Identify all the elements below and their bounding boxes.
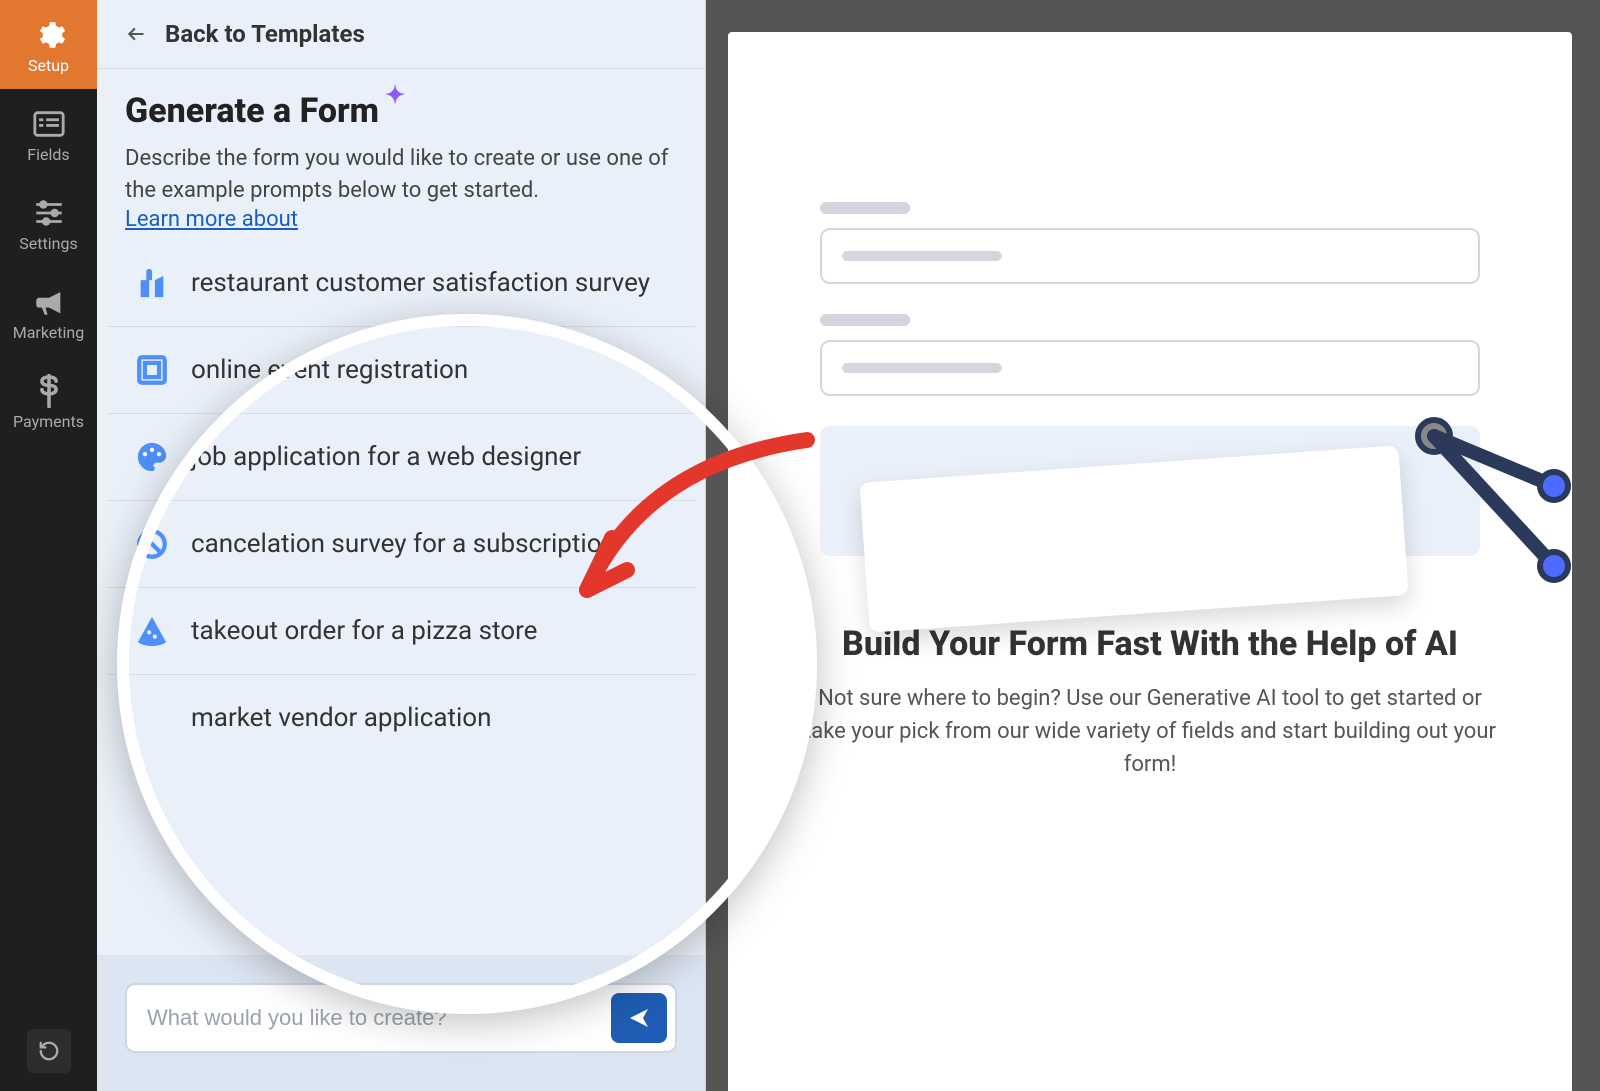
rail-item-fields[interactable]: Fields <box>0 89 97 178</box>
prompt-text: cancelation survey for a subscription <box>191 529 616 559</box>
revisions-button[interactable] <box>27 1029 71 1073</box>
prompt-input-wrap <box>125 983 677 1053</box>
prompt-text: online event registration <box>191 355 468 385</box>
rail-bottom <box>0 1011 97 1091</box>
prompt-input[interactable] <box>147 1005 611 1031</box>
rail-item-settings[interactable]: Settings <box>0 178 97 267</box>
rail-item-marketing[interactable]: Marketing <box>0 267 97 356</box>
pizza-icon <box>135 614 169 648</box>
bullhorn-icon <box>32 285 66 315</box>
learn-more-link[interactable]: Learn more about <box>125 207 298 232</box>
placeholder-label <box>820 314 910 326</box>
placeholder-block <box>820 426 1480 556</box>
blank-icon <box>135 701 169 735</box>
prompt-row[interactable]: market vendor application <box>107 674 695 761</box>
list-icon <box>32 107 66 137</box>
rail-item-label: Marketing <box>13 323 84 342</box>
prompt-text: job application for a web designer <box>191 442 581 472</box>
ticket-icon <box>135 353 169 387</box>
preview-surface: Build Your Form Fast With the Help of AI… <box>728 32 1572 1091</box>
prompt-row[interactable]: online event registration <box>107 326 695 413</box>
dollar-icon <box>32 374 66 404</box>
placeholder-label <box>820 202 910 214</box>
generator-panel: Back to Templates Generate a Form ✦ Desc… <box>97 0 706 1091</box>
arrow-left-icon <box>125 24 147 44</box>
prompt-text: market vendor application <box>191 703 492 733</box>
sliders-icon <box>32 196 66 226</box>
panel-description: Describe the form you would like to crea… <box>125 143 677 207</box>
empty-state-subheading: Not sure where to begin? Use our Generat… <box>798 682 1502 781</box>
panel-title: Generate a Form ✦ <box>125 91 677 131</box>
prompt-send-button[interactable] <box>611 993 667 1043</box>
robot-arm-icon <box>1404 416 1572 606</box>
rail-item-payments[interactable]: Payments <box>0 356 97 445</box>
example-prompts: restaurant customer satisfaction survey … <box>97 240 705 955</box>
gear-icon <box>32 18 66 48</box>
panel-header: Generate a Form ✦ Describe the form you … <box>97 69 705 240</box>
panel-title-text: Generate a Form <box>125 91 379 131</box>
palette-icon <box>135 440 169 474</box>
sparkle-icon: ✦ <box>385 81 405 109</box>
rail-item-label: Fields <box>27 145 69 164</box>
preview-graphic <box>820 202 1480 562</box>
send-icon <box>627 1006 651 1030</box>
rail-item-label: Settings <box>19 234 77 253</box>
cancel-icon <box>135 527 169 561</box>
rail-spacer <box>0 445 97 1011</box>
left-tool-rail: Setup Fields Settings Marketing Payments <box>0 0 97 1091</box>
placeholder-field <box>820 340 1480 396</box>
prompt-footer <box>97 955 705 1091</box>
prompt-text: takeout order for a pizza store <box>191 616 537 646</box>
preview-canvas: Build Your Form Fast With the Help of AI… <box>706 0 1600 1091</box>
prompt-row[interactable]: restaurant customer satisfaction survey <box>107 240 695 326</box>
food-icon <box>135 266 169 300</box>
prompt-row[interactable]: takeout order for a pizza store <box>107 587 695 674</box>
back-to-templates[interactable]: Back to Templates <box>97 0 705 69</box>
rail-item-label: Setup <box>28 56 69 75</box>
placeholder-field <box>820 228 1480 284</box>
rail-item-label: Payments <box>13 412 84 431</box>
rail-item-setup[interactable]: Setup <box>0 0 97 89</box>
prompt-row[interactable]: job application for a web designer <box>107 413 695 500</box>
back-label: Back to Templates <box>165 20 365 48</box>
prompt-text: restaurant customer satisfaction survey <box>191 268 650 298</box>
prompt-row[interactable]: cancelation survey for a subscription <box>107 500 695 587</box>
